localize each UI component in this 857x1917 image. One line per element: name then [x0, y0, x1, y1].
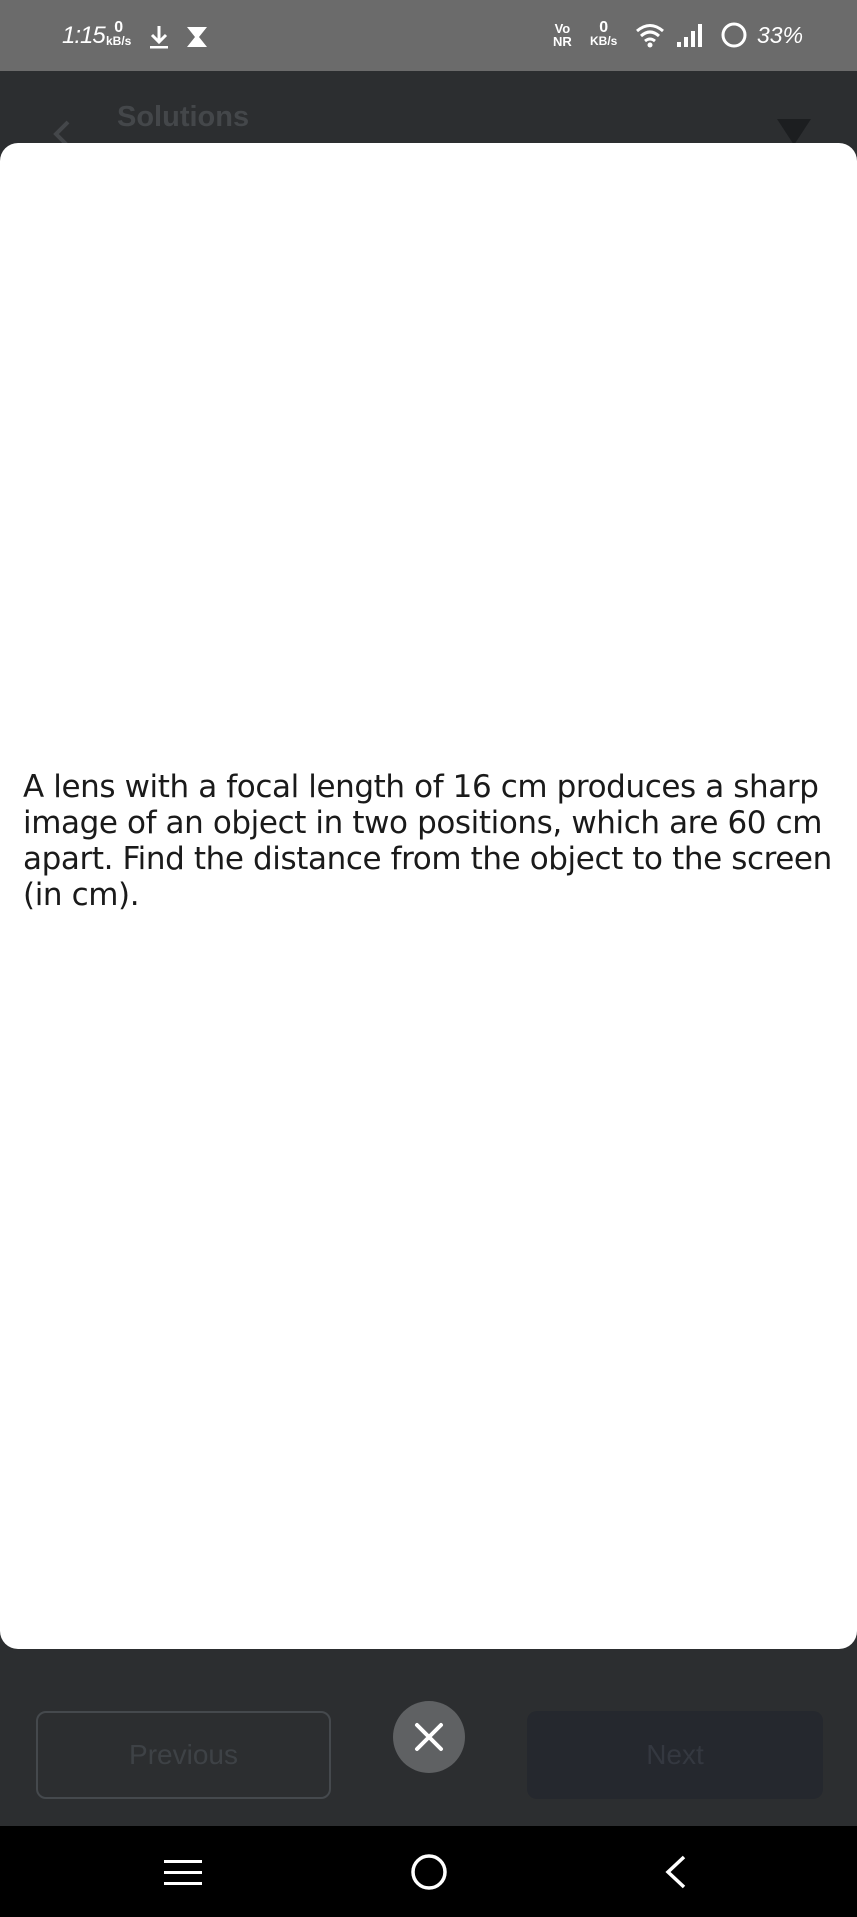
net-speed-right: 0 KB/s — [590, 20, 618, 48]
close-icon — [415, 1723, 443, 1751]
page-title: Solutions — [117, 101, 250, 133]
question-modal: A lens with a focal length of 16 cm prod… — [0, 143, 857, 1649]
net-speed-left-unit: kB/s — [106, 34, 132, 48]
hourglass-icon — [187, 27, 207, 47]
navigation-bar — [0, 1826, 857, 1917]
vonr-indicator: Vo NR — [553, 22, 572, 48]
vonr-bottom: NR — [553, 34, 572, 49]
nav-back-icon[interactable] — [660, 1852, 690, 1892]
status-time: 1:15 — [62, 22, 106, 49]
signal-icon — [677, 24, 702, 47]
net-speed-left: 0 kB/s — [106, 20, 132, 48]
net-speed-right-unit: KB/s — [590, 34, 618, 48]
download-icon — [150, 26, 168, 49]
status-bar: 1:15 0 kB/s Vo NR 0 KB/s 33% — [0, 0, 857, 71]
menu-icon[interactable] — [162, 1856, 204, 1890]
battery-icon — [721, 22, 747, 48]
next-button[interactable]: Next — [527, 1711, 823, 1799]
battery-percent: 33% — [757, 22, 804, 48]
close-modal-button[interactable] — [393, 1701, 465, 1773]
previous-button[interactable]: Previous — [36, 1711, 331, 1799]
question-text: A lens with a focal length of 16 cm prod… — [23, 769, 832, 913]
home-icon[interactable] — [409, 1852, 449, 1892]
wifi-icon — [636, 24, 664, 48]
